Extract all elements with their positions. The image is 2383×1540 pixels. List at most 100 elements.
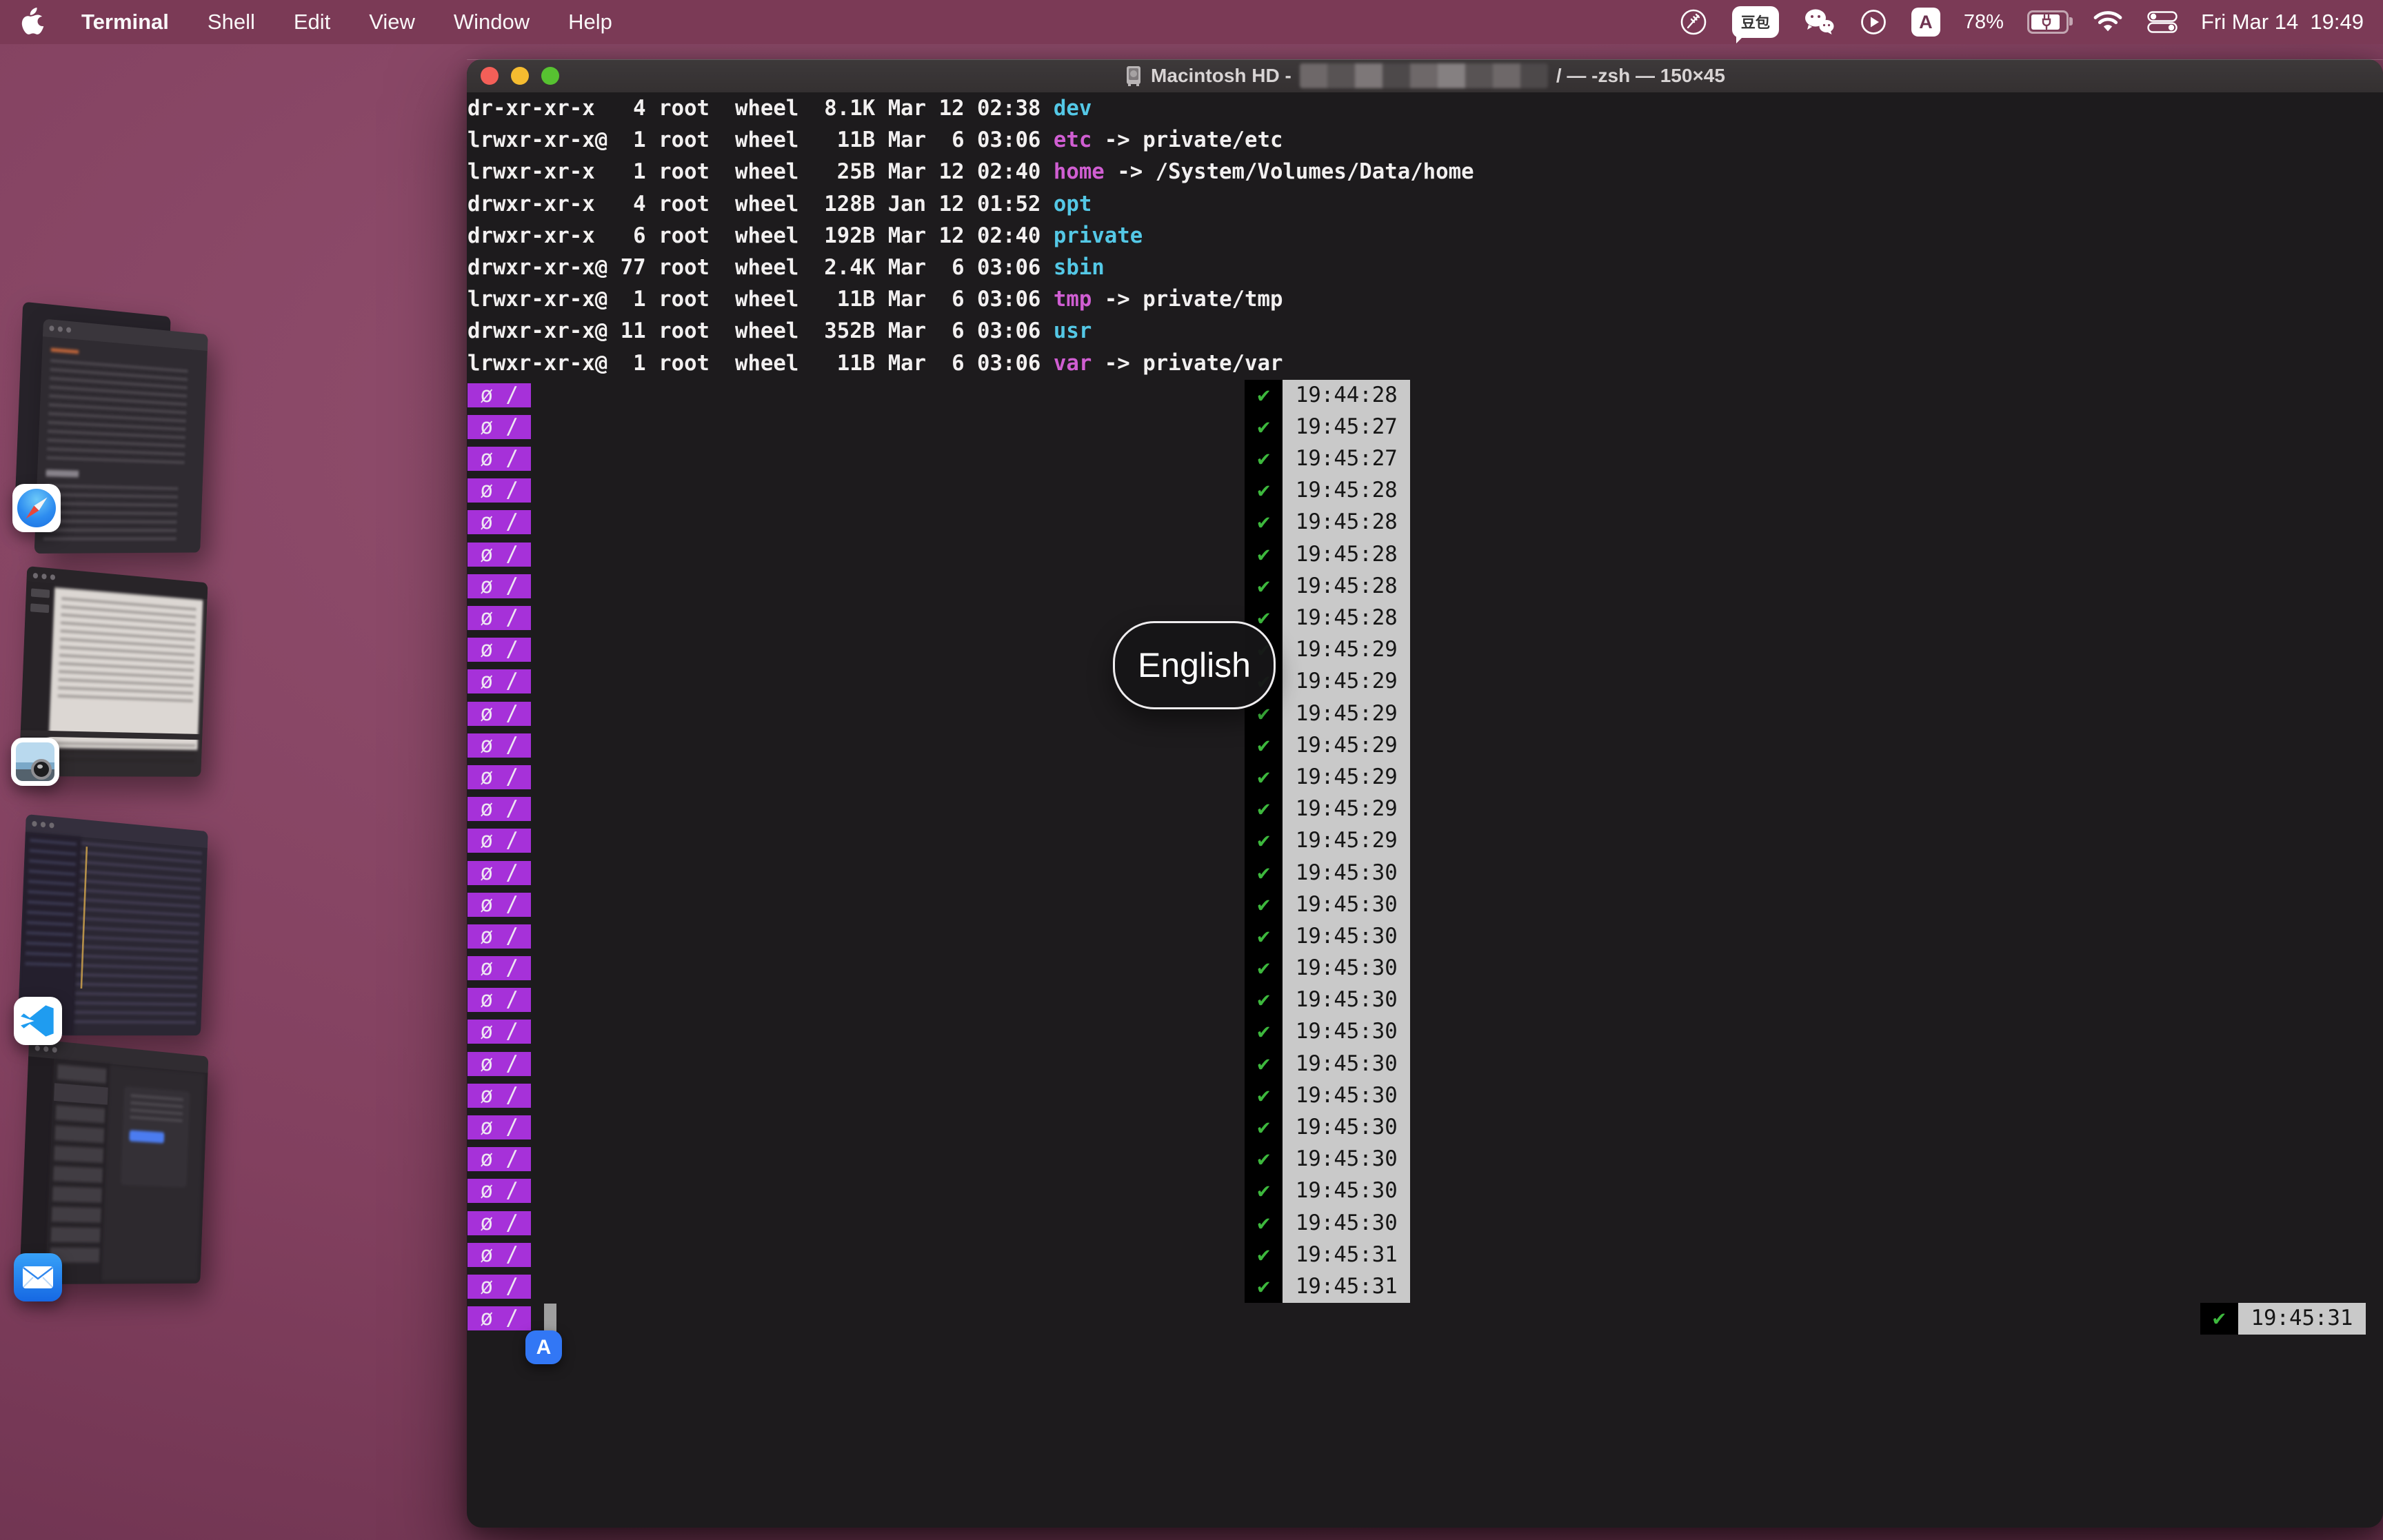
timestamp: 19:45:29 — [1283, 698, 1411, 730]
rprompt-timestamp: ✔19:45:29 — [1245, 729, 1411, 762]
rprompt-timestamp: ✔ 19:45:30 — [1245, 953, 1411, 985]
input-source-popup: English — [1113, 621, 1276, 709]
terminal-content[interactable]: dr-xr-xr-x 4 root wheel 8.1K Mar 12 02:3… — [467, 92, 2383, 1528]
menu-bar-clock[interactable]: Fri Mar 14 19:49 — [2201, 10, 2364, 34]
terminal-output-line: drwxr-xr-x@ 77 root wheel 2.4K Mar 6 03:… — [467, 255, 1105, 280]
terminal-cursor — [543, 1304, 557, 1335]
check-icon: ✔ — [1245, 1112, 1283, 1144]
rprompt-timestamp: ✔ 19:45:28 — [1245, 602, 1411, 635]
terminal-output-line: drwxr-xr-x 6 root wheel 192B Mar 12 02:4… — [467, 223, 1143, 248]
prompt-row: ø / ✔ 19:45:27 — [467, 411, 2383, 444]
desktop: Terminal Shell Edit View Window Help 豆包 — [0, 0, 2383, 1540]
timestamp: 19:45:30 — [1283, 920, 1411, 953]
rprompt-timestamp: ✔ 19:45:28 — [1245, 570, 1411, 602]
window-title-session: / — -zsh — 150×45 — [1556, 65, 1725, 86]
rprompt-timestamp: ✔ 19:45:30 — [1245, 1048, 1411, 1080]
timestamp: 19:45:29 — [1283, 793, 1411, 826]
timestamp: 19:45:30 — [1283, 1048, 1411, 1080]
vscode-app-icon[interactable] — [14, 997, 62, 1045]
check-icon: ✔ — [1245, 570, 1283, 602]
prompt-chip: ø / — [467, 1020, 532, 1044]
menu-item-window[interactable]: Window — [454, 10, 530, 34]
redacted-title-text — [1299, 63, 1548, 88]
close-button[interactable] — [481, 67, 499, 85]
prompt-row: ø / ✔19:45:29 — [467, 793, 2383, 826]
check-icon: ✔ — [1245, 411, 1283, 444]
rprompt-timestamp: ✔ 19:45:28 — [1245, 507, 1411, 539]
preview-app-icon[interactable] — [11, 738, 59, 786]
prompt-row: ø / ✔ 19:45:30 — [467, 1048, 2383, 1080]
timestamp: 19:44:28 — [1283, 379, 1411, 412]
timestamp: 19:45:27 — [1283, 411, 1411, 444]
play-circle-icon[interactable] — [1859, 8, 1888, 37]
prompt-row: ø / ✔ 19:45:30 — [467, 1016, 2383, 1048]
check-icon: ✔ — [1245, 729, 1283, 762]
mail-app-icon[interactable] — [14, 1253, 62, 1301]
check-icon: ✔ — [1245, 1144, 1283, 1176]
stage-manager-thumbnail-mail[interactable] — [18, 1037, 240, 1285]
menu-item-view[interactable]: View — [369, 10, 415, 34]
prompt-chip: ø / — [467, 1179, 532, 1204]
prompt-chip: ø / — [467, 510, 532, 535]
terminal-output-line: lrwxr-xr-x 1 root wheel 25B Mar 12 02:40… — [467, 160, 1474, 185]
input-source-icon[interactable]: A — [1911, 8, 1940, 37]
prompt-row: ø / ✔19:45:29 — [467, 666, 2383, 698]
prompt-row: ø / ✔ 19:45:30 — [467, 1144, 2383, 1176]
rprompt-timestamp: ✔ 19:45:30 — [1245, 1144, 1411, 1176]
circled-utensil-icon[interactable] — [1678, 7, 1709, 37]
prompt-row: ø / ✔ 19:45:28 — [467, 570, 2383, 602]
menu-item-terminal[interactable]: Terminal — [81, 10, 169, 34]
prompt-row: ø / ✔ 19:45:30 — [467, 889, 2383, 921]
check-icon: ✔ — [1245, 984, 1283, 1017]
prompt-chip: ø / — [467, 924, 532, 949]
control-center-icon[interactable] — [2147, 11, 2178, 33]
terminal-titlebar[interactable]: Macintosh HD - / — -zsh — 150×45 — [467, 59, 2383, 92]
menu-item-shell[interactable]: Shell — [208, 10, 255, 34]
wifi-icon[interactable] — [2092, 10, 2124, 34]
prompt-row: ø / ✔ 19:45:28 — [467, 507, 2383, 539]
timestamp: 19:45:30 — [1283, 1016, 1411, 1048]
timestamp: 19:45:30 — [1283, 1112, 1411, 1144]
timestamp: 19:45:29 — [1283, 825, 1411, 858]
minimize-button[interactable] — [511, 67, 529, 85]
timestamp: 19:45:30 — [1283, 984, 1411, 1017]
zoom-button[interactable] — [541, 67, 559, 85]
rprompt-timestamp: ✔ 19:45:30 — [1245, 1016, 1411, 1048]
battery-charging-icon[interactable] — [2027, 10, 2073, 34]
rprompt-timestamp: ✔ 19:45:30 — [1245, 1207, 1411, 1239]
terminal-output-line: lrwxr-xr-x@ 1 root wheel 11B Mar 6 03:06… — [467, 351, 1283, 376]
wechat-icon[interactable] — [1802, 8, 1836, 37]
timestamp: 19:45:29 — [1283, 666, 1411, 698]
timestamp: 19:45:29 — [1283, 729, 1411, 762]
prompt-chip: ø / — [467, 1083, 532, 1108]
prompt-row: ø / ✔19:45:29 — [467, 729, 2383, 762]
prompt-row: ø / ✔ 19:45:30 — [467, 984, 2383, 1017]
apple-menu-icon[interactable] — [19, 7, 47, 37]
doubao-chat-icon[interactable]: 豆包 — [1731, 6, 1779, 43]
rprompt-timestamp: ✔19:45:29 — [1245, 698, 1411, 730]
prompt-chip: ø / — [467, 988, 532, 1013]
timestamp: 19:45:30 — [1283, 1144, 1411, 1176]
prompt-row: ø / ✔ 19:45:30 — [467, 920, 2383, 953]
prompt-chip: ø / — [467, 383, 532, 407]
menu-item-help[interactable]: Help — [568, 10, 612, 34]
check-icon: ✔ — [1245, 1175, 1283, 1208]
prompt-chip: ø / — [467, 1051, 532, 1076]
check-icon: ✔ — [1245, 1239, 1283, 1271]
check-icon: ✔ — [1245, 889, 1283, 921]
menu-item-edit[interactable]: Edit — [294, 10, 330, 34]
check-icon: ✔ — [1245, 443, 1283, 476]
prompt-row: ø / ✔ 19:45:27 — [467, 443, 2383, 476]
safari-app-icon[interactable] — [12, 484, 61, 532]
prompt-row: ø / ✔ 19:45:31 — [467, 1303, 2383, 1335]
input-source-letter: A — [1919, 11, 1933, 32]
prompt-chip: ø / — [467, 797, 532, 822]
terminal-output-line: dr-xr-xr-x 4 root wheel 8.1K Mar 12 02:3… — [467, 97, 1092, 121]
terminal-output-line: lrwxr-xr-x@ 1 root wheel 11B Mar 6 03:06… — [467, 287, 1283, 312]
check-icon: ✔ — [1245, 1207, 1283, 1239]
timestamp: 19:45:30 — [1283, 1207, 1411, 1239]
hard-drive-icon — [1127, 66, 1141, 86]
rprompt-timestamp: ✔ 19:45:31 — [1245, 1270, 1411, 1304]
check-icon: ✔ — [1245, 1048, 1283, 1080]
prompt-chip: ø / — [467, 733, 532, 758]
